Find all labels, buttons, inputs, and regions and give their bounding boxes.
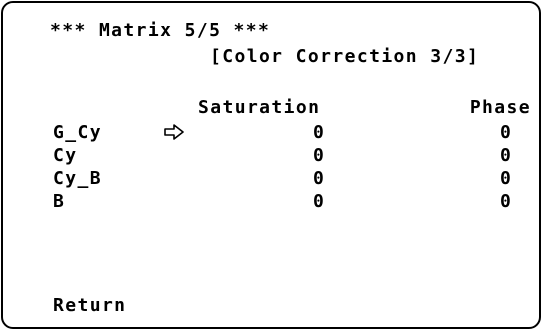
saturation-value-g-cy[interactable]: 0: [313, 123, 325, 143]
phase-value-cy[interactable]: 0: [500, 146, 512, 166]
phase-value-g-cy[interactable]: 0: [500, 123, 512, 143]
return-menu-item[interactable]: Return: [53, 296, 126, 316]
saturation-value-cy-b[interactable]: 0: [313, 169, 325, 189]
row-label-cy[interactable]: Cy: [53, 146, 77, 166]
menu-subtitle: [Color Correction 3/3]: [210, 46, 480, 67]
menu-title: *** Matrix 5/5 ***: [50, 20, 271, 41]
saturation-value-cy[interactable]: 0: [313, 146, 325, 166]
column-header-saturation: Saturation: [198, 97, 321, 118]
pointer-arrow-icon: [164, 124, 184, 140]
phase-value-cy-b[interactable]: 0: [500, 169, 512, 189]
phase-value-b[interactable]: 0: [500, 192, 512, 212]
saturation-value-b[interactable]: 0: [313, 192, 325, 212]
column-header-phase: Phase: [469, 97, 531, 118]
row-label-b[interactable]: B: [53, 192, 65, 212]
row-label-g-cy[interactable]: G_Cy: [53, 123, 102, 143]
row-label-cy-b[interactable]: Cy_B: [53, 169, 102, 189]
